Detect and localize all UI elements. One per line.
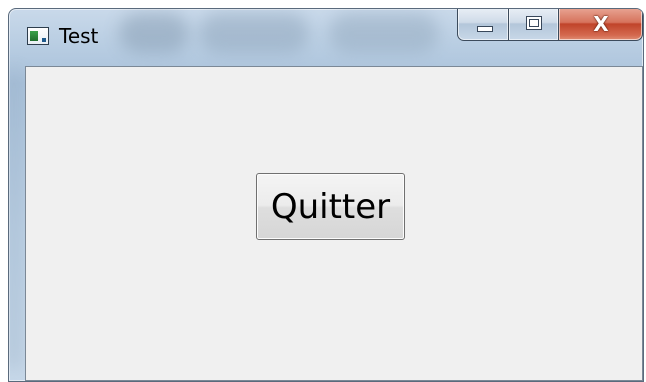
- maximize-icon: [526, 16, 542, 30]
- minimize-button[interactable]: [457, 9, 509, 41]
- desktop: Test X Quitter: [0, 0, 646, 382]
- quit-button[interactable]: Quitter: [256, 173, 405, 240]
- application-window-icon[interactable]: [27, 27, 49, 45]
- window-title: Test: [59, 24, 99, 48]
- minimize-icon: [477, 26, 493, 32]
- window-titlebar[interactable]: Test X: [9, 9, 643, 65]
- close-button[interactable]: X: [559, 9, 643, 41]
- close-icon: X: [593, 12, 609, 36]
- application-window: Test X Quitter: [8, 8, 644, 382]
- frame-glass-blur: [9, 69, 19, 369]
- window-client-area: Quitter: [25, 66, 643, 381]
- maximize-button[interactable]: [509, 9, 559, 41]
- caption-buttons: X: [457, 9, 643, 42]
